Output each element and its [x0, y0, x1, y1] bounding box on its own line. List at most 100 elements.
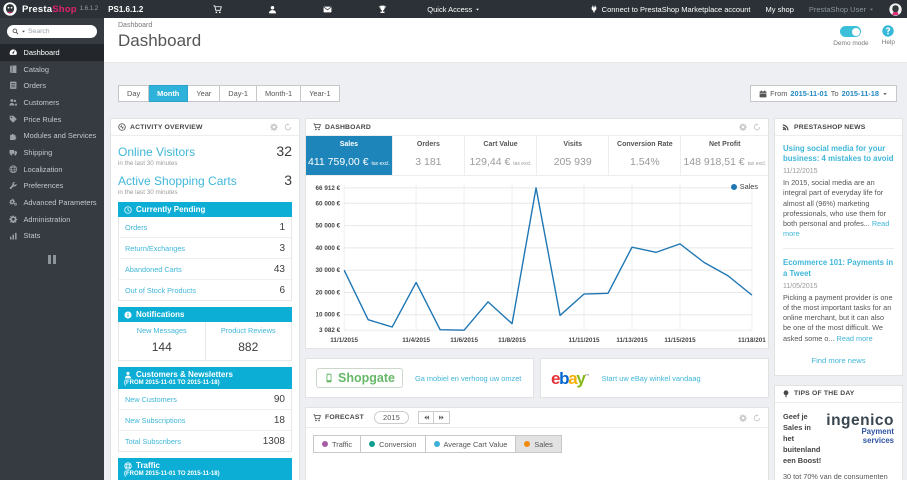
sidebar-item-orders[interactable]: Orders — [0, 77, 104, 94]
row-new-customers: New Customers 90 — [119, 389, 291, 410]
forecast-prev-button[interactable] — [418, 411, 435, 424]
topbar-right: Connect to PrestaShop Marketplace accoun… — [590, 2, 902, 16]
notifications-section: Notifications New Messages 144 Product Re… — [118, 307, 292, 361]
sidebar-item-catalog[interactable]: Catalog — [0, 61, 104, 78]
svg-text:30 000 €: 30 000 € — [316, 267, 341, 274]
help-icon[interactable] — [882, 25, 895, 37]
shopgate-banner[interactable]: Shopgate Ga mobiel en verhoog uw omzet — [305, 358, 534, 398]
customers-icon — [9, 98, 18, 107]
quick-access-menu[interactable]: Quick Access — [427, 5, 480, 14]
prestashop-logo[interactable] — [3, 2, 17, 16]
tips-panel-header: TIPS OF THE DAY — [775, 386, 902, 403]
book-icon — [9, 65, 18, 74]
news-panel-body: Using social media for your business: 4 … — [775, 136, 902, 375]
active-carts-sub: in the last 30 minutes — [118, 189, 178, 196]
sidebar-item-administration[interactable]: Administration — [0, 211, 104, 228]
shopgate-logo: Shopgate — [316, 368, 403, 388]
range-month-1-button[interactable]: Month-1 — [256, 85, 302, 102]
search-scope-caret-icon[interactable] — [21, 29, 26, 34]
sales-chart-area: 66 912 € 60 000 € 50 000 € 40 000 € 30 000 €… — [306, 176, 768, 348]
read-more-link[interactable]: Read more — [837, 334, 873, 343]
range-day-1-button[interactable]: Day-1 — [220, 85, 257, 102]
center-column: DASHBOARD Sales 411 759,00 € tax excl. Or… — [305, 118, 769, 480]
svg-text:3 082 €: 3 082 € — [319, 327, 341, 334]
dashboard-panel: DASHBOARD Sales 411 759,00 € tax excl. Or… — [305, 118, 769, 349]
metric-cart-value[interactable]: Cart Value 129,44 € tax excl. — [465, 136, 538, 175]
panel-refresh-icon[interactable] — [753, 413, 761, 422]
demo-mode-toggle[interactable] — [840, 26, 862, 37]
cogs-icon — [9, 198, 18, 207]
activity-panel-header: ACTIVITY OVERVIEW — [111, 119, 299, 136]
search-input[interactable] — [28, 28, 92, 35]
sidebar-item-price-rules[interactable]: Price Rules — [0, 111, 104, 128]
envelope-icon[interactable] — [323, 5, 332, 14]
prestashop-news-panel: PRESTASHOP NEWS Using social media for y… — [774, 118, 903, 376]
find-more-news-link[interactable]: Find more news — [783, 356, 894, 365]
sidebar: Dashboard Catalog Orders Customers Price… — [0, 18, 104, 480]
sidebar-item-localization[interactable]: Localization — [0, 161, 104, 178]
panel-settings-icon[interactable] — [739, 123, 747, 131]
article-title[interactable]: Ecommerce 101: Payments in a Tweet — [783, 258, 894, 278]
article-date: 11/12/2015 — [783, 168, 818, 176]
range-day-button[interactable]: Day — [118, 85, 150, 102]
sidebar-item-dashboard[interactable]: Dashboard — [0, 44, 104, 61]
legend-label: Sales — [739, 182, 758, 191]
info-icon — [124, 311, 132, 319]
trophy-icon[interactable] — [378, 5, 387, 14]
metric-visits[interactable]: Visits 205 939 — [537, 136, 610, 175]
active-carts-value: 3 — [284, 172, 292, 188]
sidebar-item-stats[interactable]: Stats — [0, 228, 104, 245]
sidebar-item-advanced-parameters[interactable]: Advanced Parameters — [0, 194, 104, 211]
currently-pending-section: Currently Pending Orders 1 Return/Exchang… — [118, 202, 292, 301]
panel-refresh-icon[interactable] — [284, 123, 292, 131]
range-year-button[interactable]: Year — [188, 85, 221, 102]
sidebar-item-shipping[interactable]: Shipping — [0, 144, 104, 161]
svg-text:11/18/201: 11/18/201 — [738, 337, 766, 344]
activity-overview-panel: ACTIVITY OVERVIEW Online Visitors 32 in … — [110, 118, 300, 480]
truck-icon — [9, 148, 18, 157]
forecast-pagination — [418, 411, 451, 424]
active-carts-link[interactable]: Active Shopping Carts — [118, 174, 237, 188]
sidebar-collapse-toggle[interactable] — [47, 255, 57, 265]
shopgate-link[interactable]: Ga mobiel en verhoog uw omzet — [415, 374, 521, 383]
online-visitors-value: 32 — [276, 143, 292, 159]
article-excerpt: In 2015, social media are an integral pa… — [783, 178, 887, 229]
search-icon[interactable] — [12, 28, 19, 35]
panel-refresh-icon[interactable] — [753, 123, 761, 131]
avatar[interactable] — [889, 2, 902, 16]
range-month-button[interactable]: Month — [149, 85, 189, 102]
forecast-sales-button[interactable]: Sales — [516, 435, 562, 453]
metric-sales[interactable]: Sales 411 759,00 € tax excl. — [306, 136, 393, 175]
forecast-traffic-button[interactable]: Traffic — [313, 435, 362, 453]
metric-conversion-rate[interactable]: Conversion Rate 1.54% — [609, 136, 682, 175]
panel-settings-icon[interactable] — [739, 414, 747, 422]
person-icon[interactable] — [268, 5, 277, 14]
range-year-1-button[interactable]: Year-1 — [301, 85, 340, 102]
marketplace-connect-link[interactable]: Connect to PrestaShop Marketplace accoun… — [590, 5, 751, 14]
my-shop-link[interactable]: My shop — [766, 5, 794, 14]
forecast-avg-cart-value-button[interactable]: Average Cart Value — [425, 435, 517, 453]
article-title[interactable]: Using social media for your business: 4 … — [783, 144, 894, 164]
ebay-link[interactable]: Start uw eBay winkel vandaag — [602, 374, 701, 383]
left-column: ACTIVITY OVERVIEW Online Visitors 32 in … — [110, 118, 300, 480]
version-label: 1.6.1.2 — [79, 6, 99, 12]
shop-name[interactable]: PS1.6.1.2 — [108, 5, 143, 14]
date-range-button[interactable]: From 2015-11-01 To 2015-11-18 — [750, 85, 897, 102]
ebay-banner[interactable]: ebay™ Start uw eBay winkel vandaag — [540, 358, 769, 398]
forecast-conversion-button[interactable]: Conversion — [361, 435, 426, 453]
forecast-series-buttons: Traffic Conversion Average Cart Value Sa… — [306, 428, 768, 480]
cart-icon[interactable] — [213, 4, 223, 14]
online-visitors-link[interactable]: Online Visitors — [118, 145, 195, 159]
dashboard-content: ACTIVITY OVERVIEW Online Visitors 32 in … — [104, 102, 907, 480]
panel-settings-icon[interactable] — [270, 123, 278, 131]
sidebar-item-modules[interactable]: Modules and Services — [0, 127, 104, 144]
metric-net-profit[interactable]: Net Profit 148 918,51 € tax excl. — [681, 136, 768, 175]
news-panel-header: PRESTASHOP NEWS — [775, 119, 902, 136]
forecast-next-button[interactable] — [434, 411, 451, 424]
user-menu[interactable]: PrestaShop User — [809, 5, 874, 14]
sidebar-item-customers[interactable]: Customers — [0, 94, 104, 111]
sidebar-item-preferences[interactable]: Preferences — [0, 178, 104, 195]
svg-text:66 912 €: 66 912 € — [316, 185, 341, 192]
breadcrumb[interactable]: Dashboard — [118, 22, 893, 29]
metric-orders[interactable]: Orders 3 181 — [393, 136, 465, 175]
